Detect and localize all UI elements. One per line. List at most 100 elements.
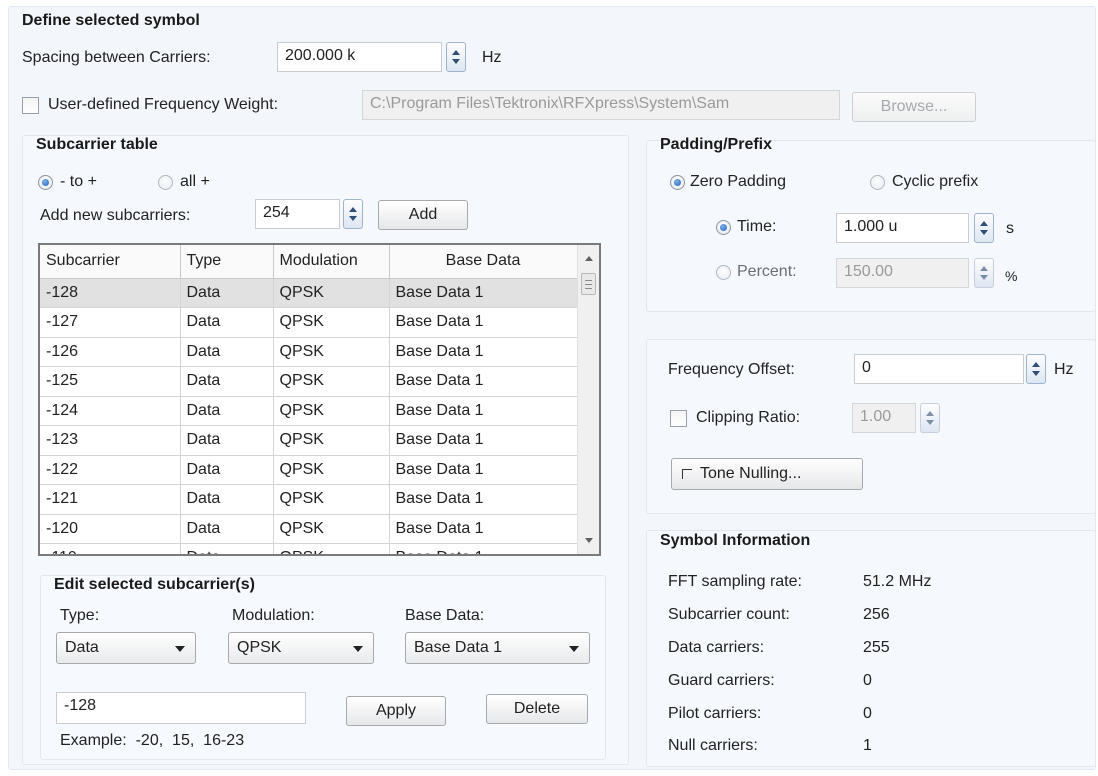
cell-subcarrier: -120 bbox=[40, 514, 181, 544]
cell-subcarrier: -122 bbox=[40, 455, 181, 485]
table-row[interactable]: -126 Data QPSK Base Data 1 bbox=[40, 337, 578, 367]
subcarrier-table-title: Subcarrier table bbox=[36, 136, 158, 153]
cell-modulation: QPSK bbox=[273, 543, 390, 554]
cell-type: Data bbox=[180, 396, 274, 426]
modulation-select-value: QPSK bbox=[237, 639, 282, 656]
info-label-data-carriers: Data carriers: bbox=[668, 639, 765, 656]
time-spinner-icon[interactable] bbox=[974, 213, 994, 243]
cell-modulation: QPSK bbox=[273, 455, 390, 485]
type-select[interactable]: Data bbox=[56, 632, 196, 664]
cell-base-data: Base Data 1 bbox=[389, 543, 578, 554]
info-value-data-carriers: 255 bbox=[863, 639, 890, 656]
freq-weight-label: User-defined Frequency Weight: bbox=[48, 96, 279, 113]
clipping-ratio-label: Clipping Ratio: bbox=[696, 409, 801, 426]
scroll-up-arrow-icon[interactable] bbox=[585, 256, 593, 261]
cell-modulation: QPSK bbox=[273, 484, 390, 515]
scroll-thumb[interactable] bbox=[581, 273, 596, 295]
table-row[interactable]: -128 Data QPSK Base Data 1 bbox=[40, 278, 578, 308]
cell-type: Data bbox=[180, 337, 274, 367]
frequency-offset-spinner-icon[interactable] bbox=[1026, 354, 1046, 384]
info-value-subcarrier-count: 256 bbox=[863, 606, 890, 623]
cell-base-data: Base Data 1 bbox=[389, 278, 578, 308]
radio-percent[interactable] bbox=[716, 265, 731, 280]
cell-base-data: Base Data 1 bbox=[389, 484, 578, 515]
delete-button[interactable]: Delete bbox=[486, 694, 588, 724]
subcarrier-index-input[interactable]: -128 bbox=[56, 692, 306, 724]
radio-minus-to-plus[interactable] bbox=[38, 175, 53, 190]
freq-weight-checkbox[interactable] bbox=[22, 97, 39, 114]
info-value-guard-carriers: 0 bbox=[863, 672, 872, 689]
cell-modulation: QPSK bbox=[273, 514, 390, 544]
percent-input[interactable]: 150.00 bbox=[836, 258, 969, 288]
cell-base-data: Base Data 1 bbox=[389, 514, 578, 544]
type-label: Type: bbox=[60, 607, 100, 624]
cell-modulation: QPSK bbox=[273, 425, 390, 456]
grid-scrollbar[interactable] bbox=[577, 245, 599, 554]
frequency-offset-input[interactable]: 0 bbox=[854, 354, 1024, 384]
freq-weight-path-input[interactable]: C:\Program Files\Tektronix\RFXpress\Syst… bbox=[362, 90, 840, 120]
add-button[interactable]: Add bbox=[378, 200, 468, 230]
radio-cyclic-prefix[interactable] bbox=[870, 175, 885, 190]
cell-modulation: QPSK bbox=[273, 307, 390, 338]
radio-time[interactable] bbox=[716, 220, 731, 235]
percent-spinner-icon[interactable] bbox=[974, 258, 994, 288]
apply-button[interactable]: Apply bbox=[346, 696, 446, 726]
cell-type: Data bbox=[180, 543, 274, 554]
zero-padding-label: Zero Padding bbox=[690, 173, 787, 190]
cell-type: Data bbox=[180, 366, 274, 397]
clipping-ratio-spinner-icon[interactable] bbox=[920, 403, 940, 433]
add-subcarriers-input[interactable]: 254 bbox=[255, 199, 340, 229]
cell-subcarrier: -128 bbox=[40, 278, 181, 308]
grid-header-row: Subcarrier Type Modulation Base Data bbox=[40, 245, 578, 279]
col-header-base-data[interactable]: Base Data bbox=[389, 245, 578, 279]
table-row[interactable]: -120 Data QPSK Base Data 1 bbox=[40, 514, 578, 544]
table-row[interactable]: -119DataQPSKBase Data 1 bbox=[40, 543, 578, 554]
col-header-type[interactable]: Type bbox=[180, 245, 274, 279]
cell-base-data: Base Data 1 bbox=[389, 366, 578, 397]
browse-button[interactable]: Browse... bbox=[852, 92, 976, 122]
tone-nulling-button[interactable]: Tone Nulling... bbox=[671, 458, 863, 490]
percent-unit: % bbox=[1005, 268, 1018, 284]
clipping-ratio-input[interactable]: 1.00 bbox=[852, 403, 916, 433]
radio-all-plus[interactable] bbox=[158, 175, 173, 190]
time-input[interactable]: 1.000 u bbox=[836, 213, 969, 243]
radio-zero-padding[interactable] bbox=[670, 175, 685, 190]
modulation-select[interactable]: QPSK bbox=[228, 632, 374, 664]
cell-subcarrier: -126 bbox=[40, 337, 181, 367]
clipping-ratio-checkbox[interactable] bbox=[670, 410, 687, 427]
checkbox-outline-icon bbox=[682, 469, 692, 479]
spacing-input[interactable]: 200.000 k bbox=[277, 42, 442, 72]
symbol-info-title: Symbol Information bbox=[660, 532, 811, 549]
table-row[interactable]: -125 Data QPSK Base Data 1 bbox=[40, 366, 578, 397]
chevron-down-icon bbox=[353, 646, 363, 652]
cell-subcarrier: -123 bbox=[40, 425, 181, 456]
cell-subcarrier: -125 bbox=[40, 366, 181, 397]
info-label-fft: FFT sampling rate: bbox=[668, 573, 802, 590]
base-data-select[interactable]: Base Data 1 bbox=[405, 632, 590, 664]
info-label-null-carriers: Null carriers: bbox=[668, 737, 758, 754]
chevron-down-icon bbox=[175, 646, 185, 652]
table-row[interactable]: -127 Data QPSK Base Data 1 bbox=[40, 307, 578, 338]
table-row[interactable]: -123 Data QPSK Base Data 1 bbox=[40, 425, 578, 456]
cell-base-data: Base Data 1 bbox=[389, 337, 578, 367]
edit-subcarrier-title: Edit selected subcarrier(s) bbox=[54, 576, 255, 593]
cell-subcarrier: -121 bbox=[40, 484, 181, 515]
spacing-unit: Hz bbox=[482, 49, 502, 66]
add-subcarriers-spinner-icon[interactable] bbox=[343, 199, 363, 229]
table-row[interactable]: -124 Data QPSK Base Data 1 bbox=[40, 396, 578, 426]
spacing-spinner-icon[interactable] bbox=[446, 42, 466, 72]
cell-modulation: QPSK bbox=[273, 278, 390, 308]
cell-subcarrier: -127 bbox=[40, 307, 181, 338]
padding-prefix-title: Padding/Prefix bbox=[660, 136, 773, 153]
table-row[interactable]: -121 Data QPSK Base Data 1 bbox=[40, 484, 578, 515]
cell-base-data: Base Data 1 bbox=[389, 307, 578, 338]
tone-nulling-label: Tone Nulling... bbox=[700, 465, 802, 482]
col-header-subcarrier[interactable]: Subcarrier bbox=[40, 245, 181, 279]
info-label-guard-carriers: Guard carriers: bbox=[668, 672, 775, 689]
table-row[interactable]: -122 Data QPSK Base Data 1 bbox=[40, 455, 578, 485]
col-header-modulation[interactable]: Modulation bbox=[273, 245, 390, 279]
scroll-down-arrow-icon[interactable] bbox=[585, 538, 593, 543]
info-label-subcarrier-count: Subcarrier count: bbox=[668, 606, 790, 623]
cell-base-data: Base Data 1 bbox=[389, 455, 578, 485]
base-data-select-value: Base Data 1 bbox=[414, 639, 503, 656]
